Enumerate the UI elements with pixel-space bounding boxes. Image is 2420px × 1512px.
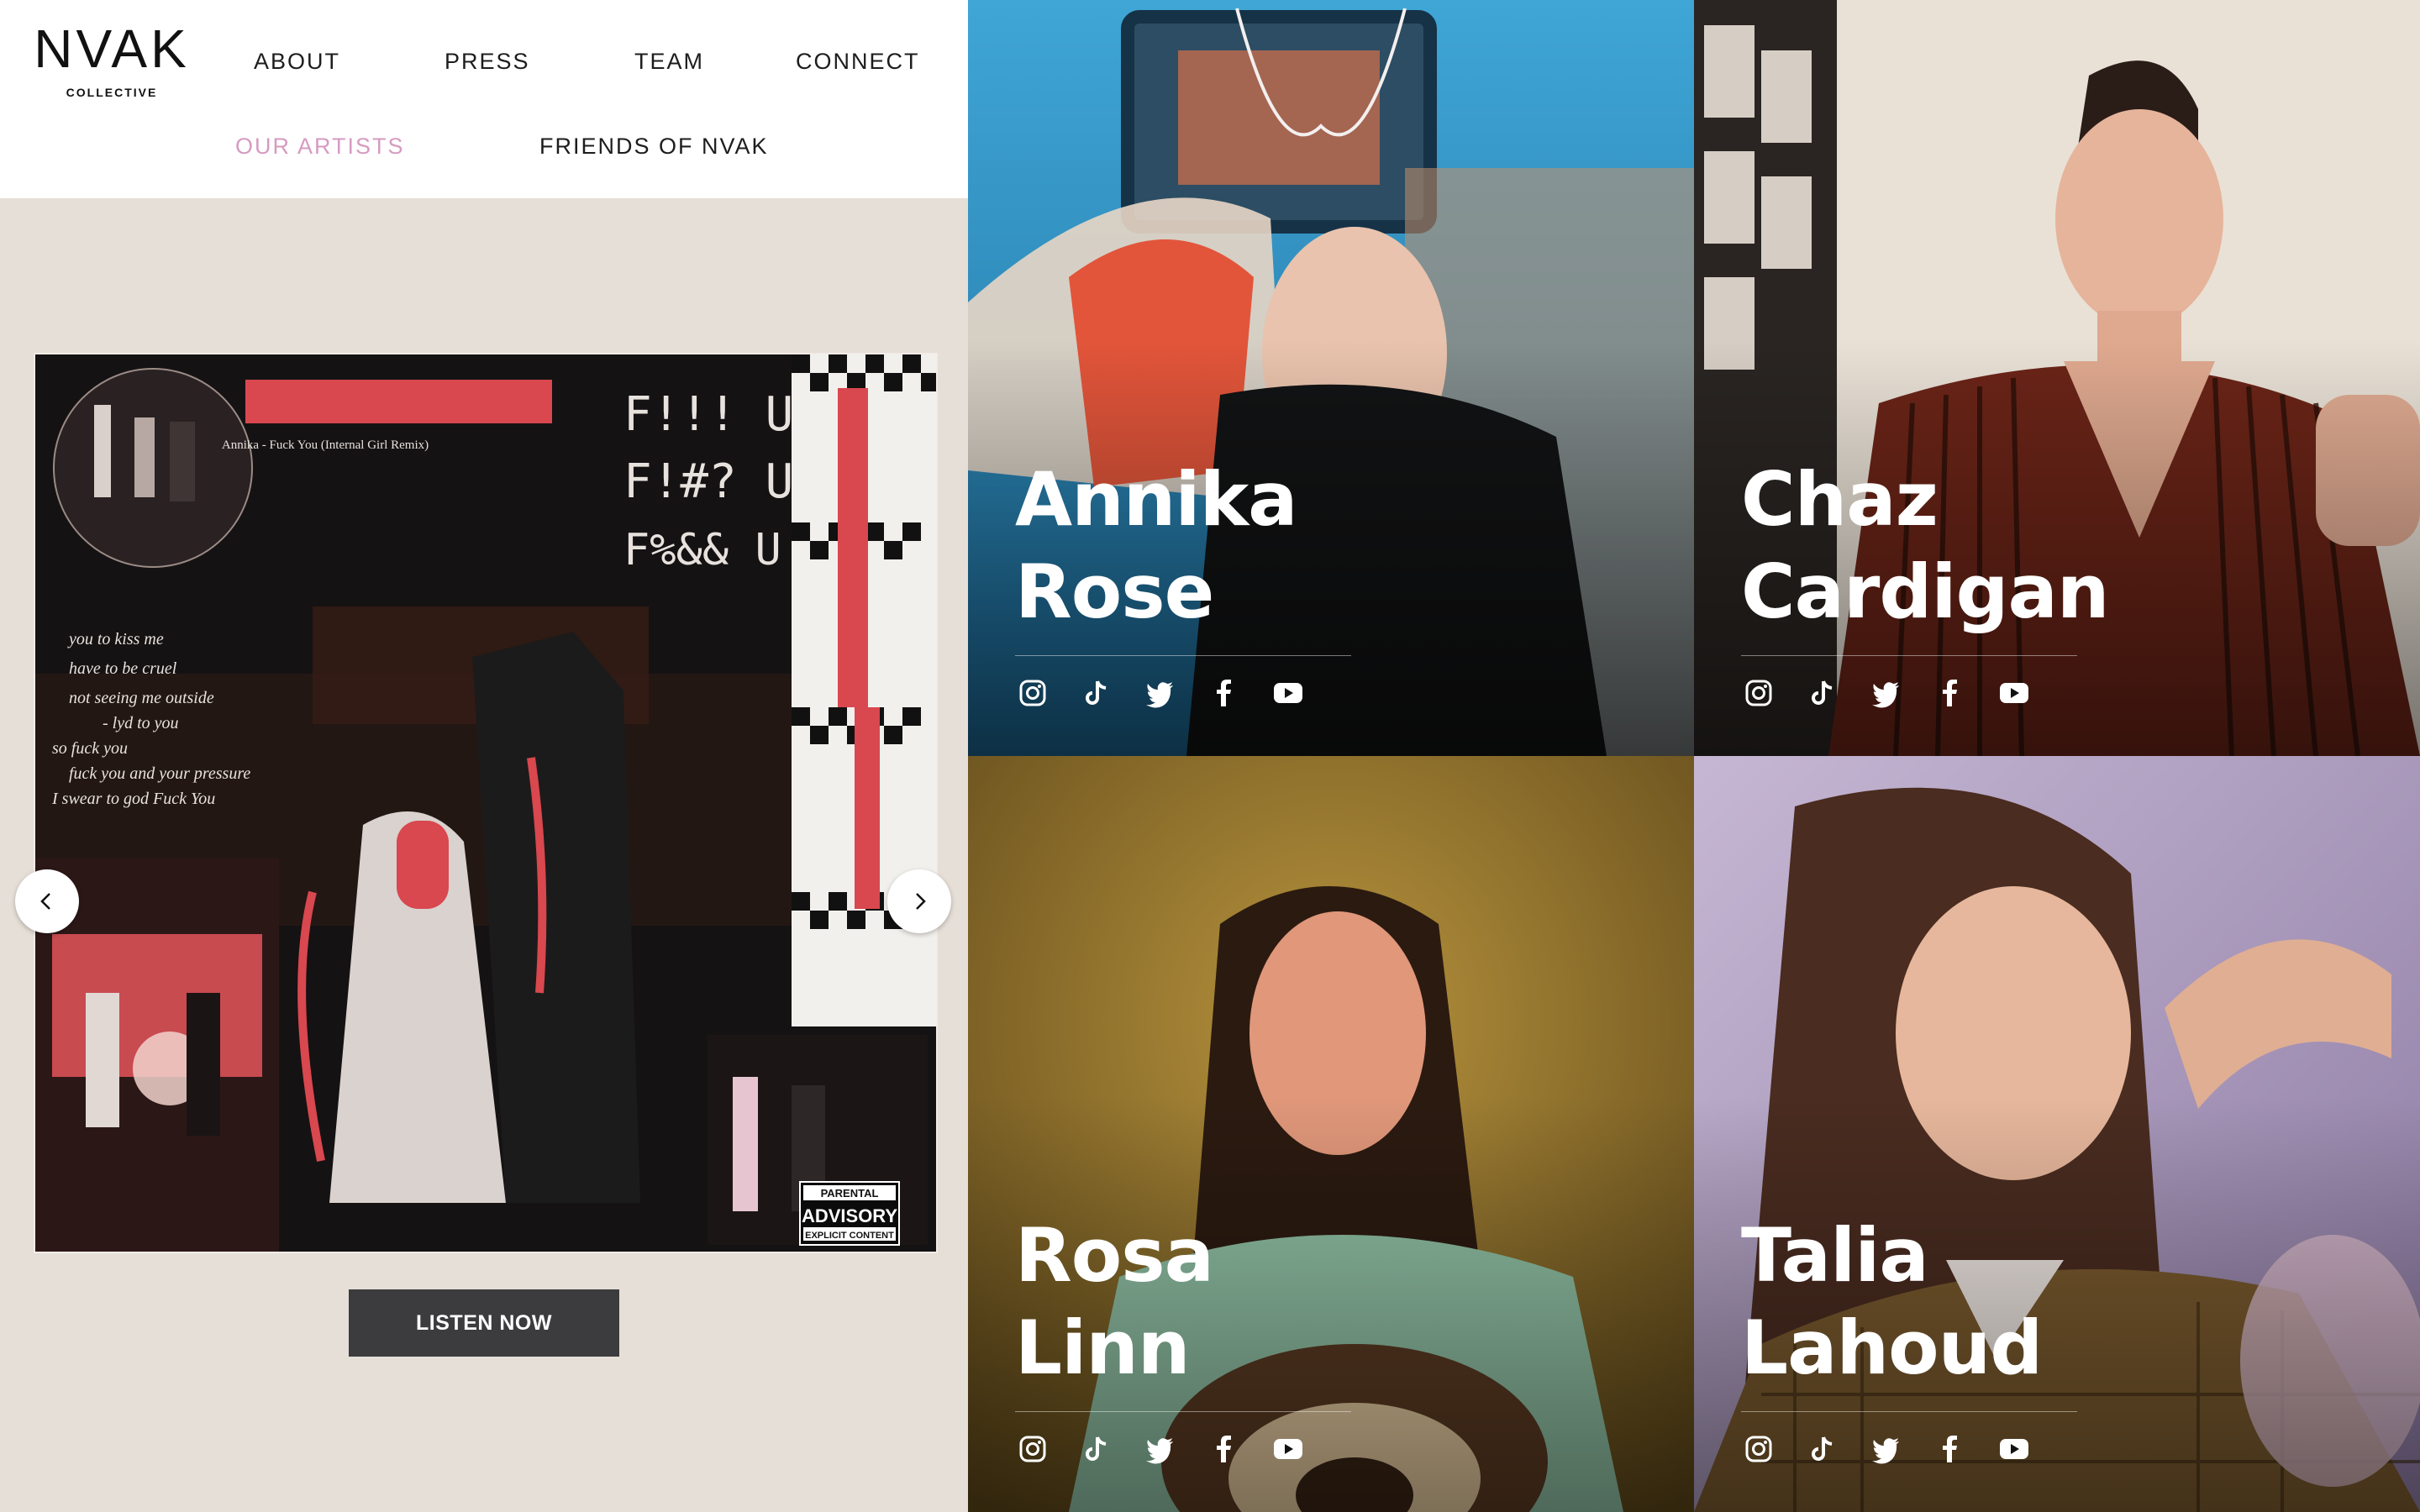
artist-first-name: Talia xyxy=(1741,1212,1929,1299)
album-artwork[interactable]: Annika - Fuck You (Internal Girl Remix) … xyxy=(34,353,938,1253)
artist-photo xyxy=(968,0,1694,756)
divider xyxy=(1015,655,1351,656)
twitter-icon[interactable] xyxy=(1143,1431,1178,1467)
youtube-icon[interactable] xyxy=(1270,675,1306,711)
social-links xyxy=(1015,675,1306,711)
album-lyric-2: have to be cruel xyxy=(69,659,177,678)
album-lyric-4: - lyd to you xyxy=(103,714,179,732)
listen-now-button[interactable]: LISTEN NOW xyxy=(349,1289,619,1357)
social-links xyxy=(1741,1431,2032,1467)
artist-last-name: Linn xyxy=(1015,1305,1191,1391)
album-lyric-3: not seeing me outside xyxy=(69,689,214,707)
artist-last-name: Cardigan xyxy=(1741,549,2110,635)
artist-name: Talia Lahoud xyxy=(1741,1210,2346,1394)
artist-photo xyxy=(1694,0,2420,756)
album-lyric-5: so fuck you xyxy=(52,739,128,758)
divider xyxy=(1741,1411,2077,1412)
nav-friends-of-nvak[interactable]: FRIENDS OF NVAK xyxy=(539,134,769,160)
chevron-right-icon xyxy=(916,893,926,910)
instagram-icon[interactable] xyxy=(1741,675,1776,711)
artist-card-annika-rose[interactable]: Annika Rose xyxy=(968,0,1694,756)
chevron-left-icon xyxy=(40,893,50,910)
artist-card-talia-lahoud[interactable]: Talia Lahoud xyxy=(1694,756,2420,1512)
nav-our-artists[interactable]: OUR ARTISTS xyxy=(235,134,405,160)
artist-last-name: Lahoud xyxy=(1741,1305,2043,1391)
site-header: NVAK COLLECTIVE ABOUT PRESS TEAM CONNECT… xyxy=(0,0,968,198)
album-scribble-1: F!!! U xyxy=(623,387,793,442)
nav-about[interactable]: ABOUT xyxy=(254,49,340,75)
left-panel: NVAK COLLECTIVE ABOUT PRESS TEAM CONNECT… xyxy=(0,0,968,1512)
artist-card-rosa-linn[interactable]: Rosa Linn xyxy=(968,756,1694,1512)
artist-first-name: Rosa xyxy=(1015,1212,1214,1299)
album-collage: Annika - Fuck You (Internal Girl Remix) … xyxy=(35,354,936,1252)
twitter-icon[interactable] xyxy=(1869,1431,1904,1467)
artist-photo xyxy=(1694,756,2420,1512)
tiktok-icon[interactable] xyxy=(1079,675,1114,711)
artist-first-name: Chaz xyxy=(1741,456,1939,543)
nav-connect[interactable]: CONNECT xyxy=(796,49,920,75)
tiktok-icon[interactable] xyxy=(1805,1431,1840,1467)
artist-photo xyxy=(968,756,1694,1512)
album-lyric-6: fuck you and your pressure xyxy=(69,764,250,783)
divider xyxy=(1741,655,2077,656)
instagram-icon[interactable] xyxy=(1741,1431,1776,1467)
album-lyric-7: I swear to god Fuck You xyxy=(51,790,215,808)
album-scribble-3: F%&& U xyxy=(623,525,781,575)
artist-last-name: Rose xyxy=(1015,549,1214,635)
advisory-mid: ADVISORY xyxy=(802,1205,897,1226)
social-links xyxy=(1015,1431,1306,1467)
advisory-bottom: EXPLICIT CONTENT xyxy=(805,1231,894,1241)
nav-press[interactable]: PRESS xyxy=(445,49,530,75)
facebook-icon[interactable] xyxy=(1933,675,1968,711)
artist-first-name: Annika xyxy=(1015,456,1297,543)
facebook-icon[interactable] xyxy=(1933,1431,1968,1467)
artist-name: Annika Rose xyxy=(1015,454,1620,638)
social-links xyxy=(1741,675,2032,711)
album-title-strip: Annika - Fuck You (Internal Girl Remix) xyxy=(222,438,429,452)
instagram-icon[interactable] xyxy=(1015,675,1050,711)
facebook-icon[interactable] xyxy=(1207,675,1242,711)
logo-subtitle: COLLECTIVE xyxy=(66,86,158,99)
advisory-top: PARENTAL xyxy=(821,1187,879,1200)
carousel-next-button[interactable] xyxy=(887,869,951,933)
album-lyric-1: you to kiss me xyxy=(67,630,164,648)
twitter-icon[interactable] xyxy=(1143,675,1178,711)
tiktok-icon[interactable] xyxy=(1805,675,1840,711)
divider xyxy=(1015,1411,1351,1412)
artist-name: Rosa Linn xyxy=(1015,1210,1620,1394)
youtube-icon[interactable] xyxy=(1270,1431,1306,1467)
album-scribble-2: F!#? U xyxy=(623,454,793,509)
youtube-icon[interactable] xyxy=(1996,1431,2032,1467)
instagram-icon[interactable] xyxy=(1015,1431,1050,1467)
carousel-prev-button[interactable] xyxy=(15,869,79,933)
logo[interactable]: NVAK COLLECTIVE xyxy=(22,22,202,99)
nav-team[interactable]: TEAM xyxy=(634,49,704,75)
facebook-icon[interactable] xyxy=(1207,1431,1242,1467)
artist-name: Chaz Cardigan xyxy=(1741,454,2346,638)
twitter-icon[interactable] xyxy=(1869,675,1904,711)
artist-card-chaz-cardigan[interactable]: Chaz Cardigan xyxy=(1694,0,2420,756)
logo-wordmark: NVAK xyxy=(34,18,190,79)
youtube-icon[interactable] xyxy=(1996,675,2032,711)
tiktok-icon[interactable] xyxy=(1079,1431,1114,1467)
